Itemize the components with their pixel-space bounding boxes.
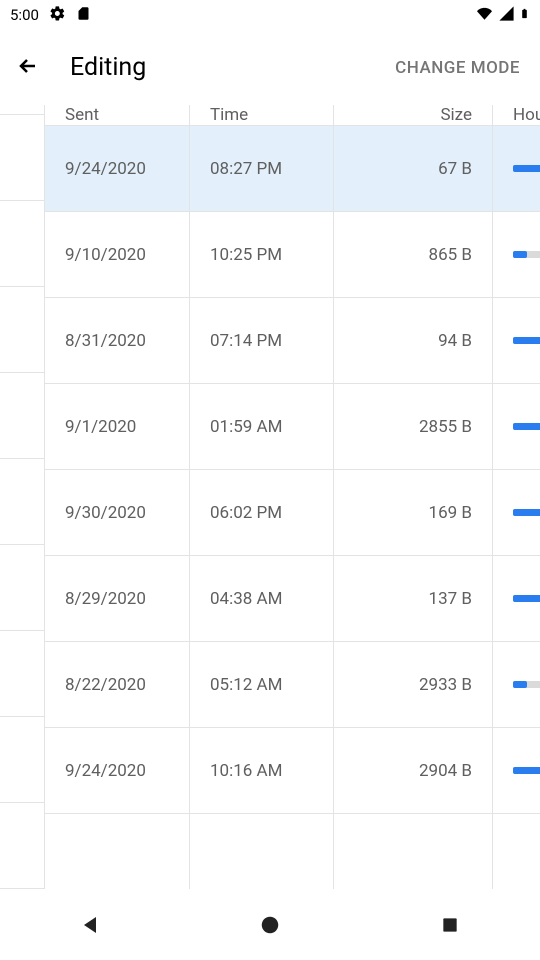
cell-hou[interactable]	[493, 728, 540, 814]
cell-sent[interactable]	[45, 814, 189, 889]
cell-time[interactable]: 08:27 PM	[190, 126, 333, 212]
cell-size[interactable]: 2855 B	[334, 384, 492, 470]
cell-time[interactable]: 06:02 PM	[190, 470, 333, 556]
row-handle[interactable]	[0, 631, 44, 717]
bar-fill	[513, 681, 527, 688]
cell-time[interactable]: 04:38 AM	[190, 556, 333, 642]
row-handle[interactable]	[0, 373, 44, 459]
col-size: Size 67 B865 B94 B2855 B169 B137 B2933 B…	[334, 105, 493, 889]
cell-size[interactable]	[334, 814, 492, 889]
status-right	[475, 5, 530, 26]
cell-hou[interactable]	[493, 556, 540, 642]
row-handle[interactable]	[0, 717, 44, 803]
app-bar: Editing CHANGE MODE	[0, 30, 540, 105]
cell-sent[interactable]: 9/10/2020	[45, 212, 189, 298]
cell-time[interactable]: 01:59 AM	[190, 384, 333, 470]
page-title: Editing	[70, 53, 365, 82]
cell-size[interactable]: 169 B	[334, 470, 492, 556]
bar-fill	[513, 595, 540, 602]
row-handle[interactable]	[0, 287, 44, 373]
gear-icon	[49, 5, 66, 26]
nav-bar	[0, 890, 540, 960]
cell-time[interactable]	[190, 814, 333, 889]
header-time[interactable]: Time	[190, 105, 333, 126]
cell-sent[interactable]: 8/22/2020	[45, 642, 189, 728]
bar-fill	[513, 767, 540, 774]
bar-fill	[513, 337, 540, 344]
bar-fill	[513, 165, 540, 172]
cell-hou[interactable]	[493, 212, 540, 298]
change-mode-button[interactable]: CHANGE MODE	[395, 58, 524, 78]
cell-time[interactable]: 05:12 AM	[190, 642, 333, 728]
cell-hou[interactable]	[493, 814, 540, 889]
bar-track	[513, 509, 540, 516]
row-handle[interactable]	[0, 115, 44, 201]
header-hou[interactable]: Hou	[493, 105, 540, 126]
back-arrow-icon[interactable]	[16, 54, 40, 82]
row-handle[interactable]	[0, 459, 44, 545]
nav-back-icon[interactable]	[75, 910, 105, 940]
bar-fill	[513, 423, 540, 430]
col-time: Time 08:27 PM10:25 PM07:14 PM01:59 AM06:…	[190, 105, 334, 889]
cell-sent[interactable]: 9/1/2020	[45, 384, 189, 470]
cell-size[interactable]: 2904 B	[334, 728, 492, 814]
cell-sent[interactable]: 9/24/2020	[45, 126, 189, 212]
cell-size[interactable]: 67 B	[334, 126, 492, 212]
bar-track	[513, 767, 540, 774]
cell-hou[interactable]	[493, 642, 540, 728]
cell-hou[interactable]	[493, 126, 540, 212]
bar-track	[513, 681, 540, 688]
nav-recent-icon[interactable]	[435, 910, 465, 940]
cell-sent[interactable]: 8/29/2020	[45, 556, 189, 642]
col-sent: Sent 9/24/20209/10/20208/31/20209/1/2020…	[45, 105, 190, 889]
bar-fill	[513, 509, 540, 516]
cell-time[interactable]: 10:25 PM	[190, 212, 333, 298]
status-left: 5:00	[10, 5, 91, 26]
bar-track	[513, 165, 540, 172]
status-bar: 5:00	[0, 0, 540, 30]
battery-icon	[519, 5, 530, 26]
cell-size[interactable]: 94 B	[334, 298, 492, 384]
cell-time[interactable]: 07:14 PM	[190, 298, 333, 384]
col-hou: Hou	[493, 105, 540, 889]
sd-card-icon	[76, 5, 91, 26]
cell-hou[interactable]	[493, 384, 540, 470]
header-size[interactable]: Size	[334, 105, 492, 126]
row-handle[interactable]	[0, 545, 44, 631]
row-gutter	[0, 105, 45, 889]
row-handle[interactable]	[0, 803, 44, 889]
wifi-icon	[475, 6, 494, 25]
cell-hou[interactable]	[493, 470, 540, 556]
cell-time[interactable]: 10:16 AM	[190, 728, 333, 814]
cellular-icon	[498, 5, 515, 26]
bar-track	[513, 251, 540, 258]
table-content: Sent 9/24/20209/10/20208/31/20209/1/2020…	[0, 105, 540, 889]
bar-track	[513, 423, 540, 430]
bar-fill	[513, 251, 527, 258]
nav-home-icon[interactable]	[255, 910, 285, 940]
cell-sent[interactable]: 8/31/2020	[45, 298, 189, 384]
status-time: 5:00	[10, 6, 39, 24]
bar-track	[513, 337, 540, 344]
gutter-header	[0, 105, 44, 115]
row-handle[interactable]	[0, 201, 44, 287]
cell-hou[interactable]	[493, 298, 540, 384]
header-sent[interactable]: Sent	[45, 105, 189, 126]
cell-sent[interactable]: 9/24/2020	[45, 728, 189, 814]
cell-size[interactable]: 137 B	[334, 556, 492, 642]
table[interactable]: Sent 9/24/20209/10/20208/31/20209/1/2020…	[0, 105, 540, 889]
bar-track	[513, 595, 540, 602]
cell-size[interactable]: 2933 B	[334, 642, 492, 728]
cell-size[interactable]: 865 B	[334, 212, 492, 298]
cell-sent[interactable]: 9/30/2020	[45, 470, 189, 556]
